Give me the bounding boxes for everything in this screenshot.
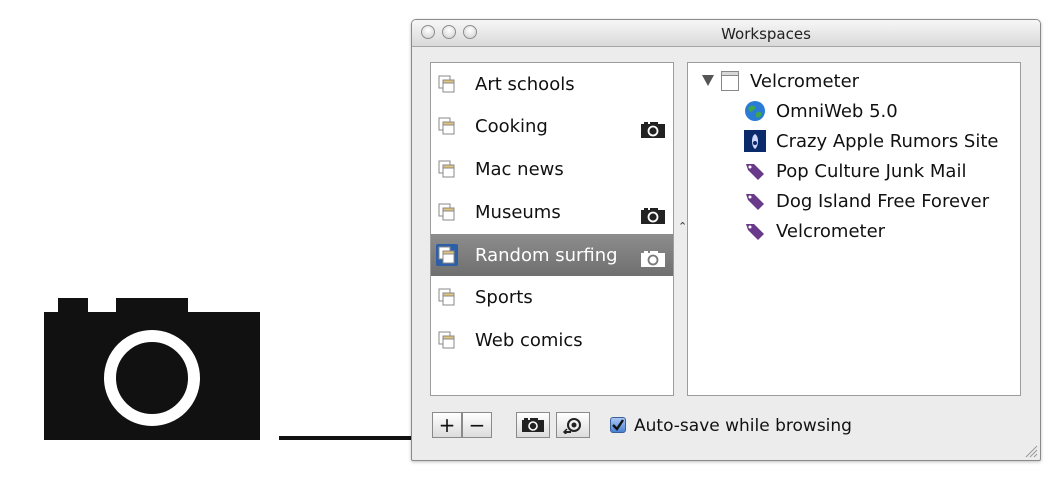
workspace-row[interactable]: Sports	[431, 276, 673, 318]
tree-child-label: Dog Island Free Forever	[776, 190, 990, 212]
workspace-label: Art schools	[475, 73, 575, 95]
tree-child-row[interactable]: Pop Culture Junk Mail	[744, 157, 966, 185]
workspace-icon	[438, 288, 455, 306]
bookmark-tag-icon	[746, 224, 764, 240]
workspace-icon	[438, 75, 455, 93]
globe-icon	[745, 101, 765, 121]
workspace-row[interactable]: Cooking	[431, 105, 673, 147]
tree-child-label: OmniWeb 5.0	[776, 100, 898, 122]
tree-child-row[interactable]: Velcrometer	[744, 217, 885, 245]
title-bar[interactable]: Workspaces	[412, 20, 1040, 47]
checkmark-icon	[612, 419, 624, 431]
window-title: Workspaces	[721, 25, 811, 43]
tree-child-label: Velcrometer	[776, 220, 886, 242]
workspace-icon	[438, 117, 455, 135]
autosave-label[interactable]: Auto-save while browsing	[634, 416, 852, 436]
workspace-label: Web comics	[475, 329, 583, 351]
site-favicon-icon	[744, 130, 766, 152]
snapshot-camera-icon	[641, 122, 665, 138]
workspace-row[interactable]: Random surfing	[431, 234, 673, 276]
split-view-handle[interactable]: ⌃	[678, 220, 687, 233]
camera-icon	[522, 418, 544, 432]
restore-snapshot-icon	[562, 418, 581, 434]
window-document-icon	[721, 71, 739, 91]
workspace-row[interactable]: Museums	[431, 191, 673, 233]
tree-child-row[interactable]: Dog Island Free Forever	[744, 187, 989, 215]
workspace-icon	[436, 244, 458, 266]
workspace-label: Sports	[475, 286, 533, 308]
workspace-row[interactable]: Art schools	[431, 63, 673, 105]
workspace-row[interactable]: Mac news	[431, 148, 673, 190]
tree-root-row[interactable]: Velcrometer	[688, 67, 1018, 95]
workspace-tabs-tree[interactable]: Velcrometer OmniWeb 5.0 Crazy Apple Rumor…	[687, 62, 1021, 396]
tree-child-label: Crazy Apple Rumors Site	[776, 130, 999, 152]
snapshot-button[interactable]	[516, 412, 550, 438]
restore-snapshot-button[interactable]	[556, 412, 590, 438]
bookmark-tag-icon	[746, 164, 764, 180]
disclosure-triangle-icon[interactable]	[702, 75, 714, 86]
workspace-icon	[438, 331, 455, 349]
workspace-label: Random surfing	[475, 244, 618, 266]
workspace-list[interactable]: Art schools Cooking Mac news Museums Random …	[430, 62, 674, 396]
autosave-checkbox[interactable]	[610, 417, 626, 433]
remove-workspace-button[interactable]: −	[462, 412, 492, 438]
workspace-label: Cooking	[475, 115, 548, 137]
tree-child-row[interactable]: OmniWeb 5.0	[744, 97, 898, 125]
tree-child-label: Pop Culture Junk Mail	[776, 160, 967, 182]
workspaces-window: Workspaces Art schools Cooking Mac news Mus…	[411, 19, 1041, 461]
large-camera-icon	[44, 298, 260, 440]
tree-child-row[interactable]: Crazy Apple Rumors Site	[744, 127, 999, 155]
workspace-label: Mac news	[475, 158, 564, 180]
tree-root-label: Velcrometer	[750, 70, 860, 92]
workspace-icon	[438, 203, 455, 221]
add-workspace-button[interactable]: +	[432, 412, 462, 438]
workspace-row[interactable]: Web comics	[431, 319, 673, 361]
bookmark-tag-icon	[746, 194, 764, 210]
resize-grip-icon[interactable]	[1022, 442, 1038, 458]
snapshot-camera-icon	[641, 251, 665, 267]
workspace-icon	[438, 160, 455, 178]
workspace-label: Museums	[475, 201, 561, 223]
snapshot-camera-icon	[641, 208, 665, 224]
